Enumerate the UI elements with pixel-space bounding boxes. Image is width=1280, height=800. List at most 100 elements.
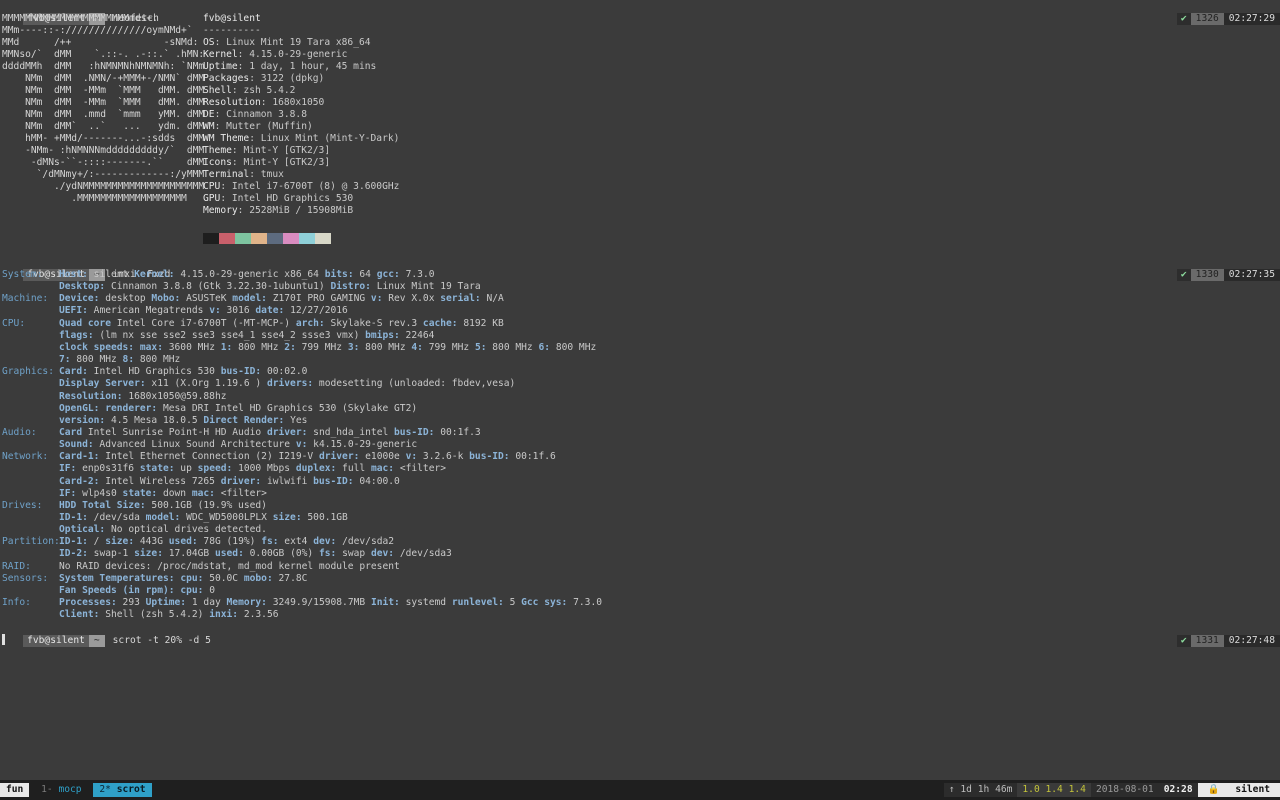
inxi-value: Intel HD Graphics 530 bbox=[87, 366, 221, 378]
inxi-key: drivers: bbox=[266, 378, 314, 390]
inxi-key: Distro: bbox=[330, 281, 371, 293]
info-value: 4.15.0-29-generic bbox=[249, 49, 348, 60]
inxi-key: Direct Render: bbox=[203, 414, 285, 426]
inxi-value: swap bbox=[336, 548, 371, 560]
inxi-value: 64 bbox=[353, 269, 377, 280]
color-swatch bbox=[219, 233, 235, 244]
window-index: 1- bbox=[41, 784, 53, 795]
inxi-key: Uptime: bbox=[145, 597, 187, 609]
inxi-value: 0 bbox=[203, 584, 215, 596]
info-value: 1680x1050 bbox=[272, 97, 325, 108]
inxi-value: swap-1 bbox=[87, 548, 135, 560]
inxi-key: v: bbox=[295, 439, 308, 451]
inxi-row: Fan Speeds (in rpm): cpu: 0 bbox=[59, 585, 215, 597]
inxi-key: mac: bbox=[370, 463, 395, 475]
inxi-value: Rev X.0x bbox=[382, 293, 441, 305]
inxi-value: Intel Core i7-6700T (-MT-MCP-) bbox=[110, 317, 296, 329]
status-time: 02:28 bbox=[1158, 783, 1198, 797]
ascii-row: NMm dMM .mmd `mmm yMM. dMM bbox=[2, 109, 205, 120]
info-key: Shell bbox=[203, 85, 232, 96]
prompt-time: 02:27:29 bbox=[1223, 13, 1280, 25]
inxi-value: k4.15.0-29-generic bbox=[307, 439, 418, 451]
inxi-value: 799 MHz bbox=[422, 341, 475, 353]
inxi-section-label: Audio: bbox=[2, 426, 37, 438]
info-value: 2528MiB / 15908MiB bbox=[249, 205, 354, 216]
neofetch-title: fvb@silent bbox=[203, 13, 261, 24]
terminal-window[interactable]: fvb@silent ~ neofetch ✔ 1326 02:27:29 MMMMMM… bbox=[0, 0, 1280, 780]
inxi-value: snd_hda_intel bbox=[307, 426, 395, 438]
inxi-key: size: bbox=[134, 548, 163, 560]
tmux-status-bar: fun 1- mocp 2* scrot ↑ 1d 1h 46m 1.0 1.4 … bbox=[0, 780, 1280, 800]
info-key: Packages bbox=[203, 73, 250, 84]
inxi-key: Display Server: bbox=[59, 378, 146, 390]
inxi-key: dev: bbox=[370, 548, 395, 560]
color-swatch bbox=[251, 233, 267, 244]
info-key: Resolution bbox=[203, 97, 261, 108]
inxi-key: Memory: bbox=[226, 597, 267, 609]
session-name[interactable]: fun bbox=[0, 783, 30, 797]
history-number: 1331 bbox=[1190, 635, 1224, 647]
inxi-row: ID-2: swap-1 size: 17.04GB used: 0.00GB … bbox=[59, 548, 452, 560]
inxi-row: Optical: No optical drives detected. bbox=[59, 524, 267, 536]
info-value: Linux Mint 19 Tara x86_64 bbox=[226, 37, 371, 48]
inxi-key: version: bbox=[59, 414, 106, 426]
neofetch-info-row: Shell: zsh 5.4.2 bbox=[203, 85, 296, 96]
ascii-row: ddddMMh dMM :hNMNMNhNMNMNh: `NMm bbox=[2, 61, 205, 72]
inxi-key: cpu: bbox=[180, 572, 204, 584]
load-average: 1.0 1.4 1.4 bbox=[1017, 783, 1091, 797]
inxi-key: fs: bbox=[318, 548, 337, 560]
inxi-row: version: 4.5 Mesa 18.0.5 Direct Render: … bbox=[59, 415, 307, 427]
info-key: Theme bbox=[203, 145, 232, 156]
prompt-dir: ~ bbox=[88, 635, 105, 647]
info-value: tmux bbox=[260, 169, 284, 180]
inxi-key: bus-ID: bbox=[469, 451, 510, 463]
tmux-window-tab[interactable]: 1- mocp bbox=[35, 783, 87, 797]
inxi-key: Client: bbox=[59, 609, 100, 621]
inxi-key: state: bbox=[139, 463, 175, 475]
info-key: GPU bbox=[203, 193, 221, 204]
ascii-row: MMMMMMMMMMMMMMMMMMMMMMmds+. bbox=[2, 13, 158, 24]
inxi-key: used: bbox=[168, 536, 198, 548]
inxi-row: No RAID devices: /proc/mdstat, md_mod ke… bbox=[59, 561, 400, 573]
inxi-key: ID-2: bbox=[59, 548, 88, 560]
inxi-key: mobo: bbox=[243, 572, 273, 584]
inxi-row: Desktop: Cinnamon 3.8.8 (Gtk 3.22.30-1ub… bbox=[59, 281, 481, 293]
inxi-value: N/A bbox=[480, 293, 504, 305]
inxi-key: flags: bbox=[59, 329, 94, 341]
inxi-value: modesetting (unloaded: fbdev,vesa) bbox=[313, 378, 516, 390]
inxi-value: Intel Ethernet Connection (2) I219-V bbox=[99, 451, 319, 463]
inxi-row: 7: 800 MHz 8: 800 MHz bbox=[59, 354, 180, 366]
info-key: WM Theme bbox=[203, 133, 250, 144]
inxi-row: Resolution: 1680x1050@59.88hz bbox=[59, 391, 227, 403]
inxi-section-label: Machine: bbox=[2, 293, 49, 305]
tmux-window-tab-current[interactable]: 2* scrot bbox=[93, 783, 152, 797]
inxi-key: driver: bbox=[318, 451, 360, 463]
info-key: Terminal bbox=[203, 169, 250, 180]
inxi-value: 00:1f.3 bbox=[434, 426, 481, 438]
inxi-value: 3249.9/15908.7MB bbox=[266, 597, 371, 609]
neofetch-info-row: CPU: Intel i7-6700T (8) @ 3.600GHz bbox=[203, 181, 400, 192]
inxi-value: American Megatrends bbox=[87, 305, 210, 317]
prompt-right-status: ✔ 1326 02:27:29 bbox=[1154, 1, 1280, 25]
inxi-value: Cinnamon 3.8.8 (Gtk 3.22.30-1ubuntu1) bbox=[105, 281, 331, 293]
inxi-key: size: bbox=[105, 536, 135, 548]
info-value: Linux Mint (Mint-Y-Dark) bbox=[260, 133, 400, 144]
neofetch-info-row: Uptime: 1 day, 1 hour, 45 mins bbox=[203, 61, 377, 72]
inxi-section-label: Partition: bbox=[2, 536, 60, 548]
inxi-row: System Temperatures: cpu: 50.0C mobo: 27… bbox=[59, 573, 307, 585]
inxi-key: fs: bbox=[261, 536, 279, 548]
inxi-row: ID-1: / size: 443G used: 78G (19%) fs: e… bbox=[59, 536, 394, 548]
info-value: Mint-Y [GTK2/3] bbox=[243, 157, 331, 168]
prompt-time: 02:27:35 bbox=[1223, 269, 1280, 281]
inxi-section-label: RAID: bbox=[2, 560, 31, 572]
ascii-row: hMM- +MMd/-------...-:sdds dMM bbox=[2, 133, 205, 144]
inxi-key: runlevel: bbox=[451, 597, 504, 609]
ascii-row: MMm----::-://////////////oymNMd+` bbox=[2, 25, 193, 36]
inxi-value: 800 MHz bbox=[134, 354, 181, 366]
inxi-value: WDC_WD5000LPLX bbox=[180, 512, 273, 523]
inxi-key: Optical: bbox=[59, 524, 106, 536]
inxi-key: ID-1: bbox=[59, 512, 88, 523]
inxi-row: HDD Total Size: 500.1GB (19.9% used) bbox=[59, 500, 267, 512]
inxi-value: 27.8C bbox=[272, 572, 308, 584]
ascii-row: ./ydNMMMMMMMMMMMMMMMMMMMMM bbox=[2, 181, 205, 192]
